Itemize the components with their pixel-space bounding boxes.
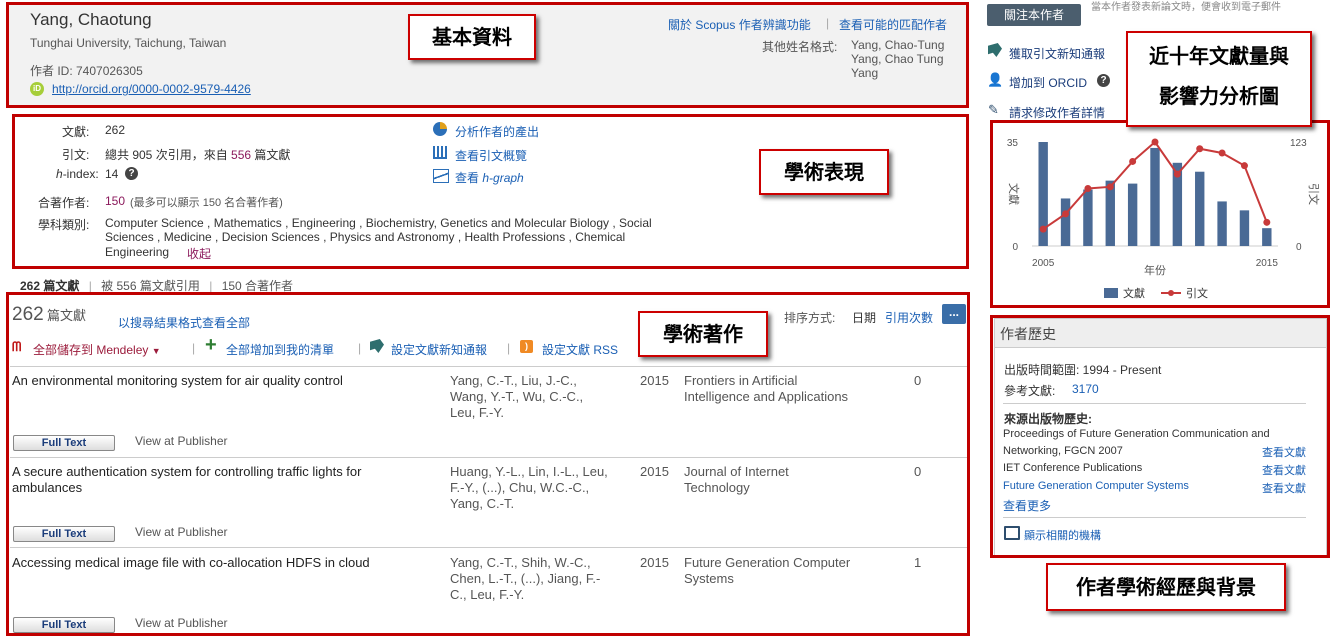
tab-cited-by[interactable]: 被 556 篇文獻引用 [101,279,200,293]
annotation-box-works [6,292,970,636]
help-icon[interactable]: ? [1097,74,1110,87]
tab-documents[interactable]: 262 篇文獻 [20,279,79,293]
callout-chart-line: 影響力分析圖 [1159,84,1279,108]
alert-icon [988,43,1002,57]
callout-chart: 近十年文獻量與 影響力分析圖 [1126,31,1312,127]
callout-history: 作者學術經歷與背景 [1046,563,1286,611]
edit-icon: ✎ [988,102,999,117]
add-to-orcid-link[interactable]: 增加到 ORCID [1009,74,1087,91]
add-user-icon: 👤 [987,72,1004,87]
follow-note: 當本作者發表新論文時，便會收到電子郵件 [1091,2,1281,13]
request-edit-link[interactable]: 請求修改作者詳情 [1009,104,1105,121]
callout-chart-line: 近十年文獻量與 [1149,44,1289,68]
annotation-box-history [990,315,1330,558]
callout-basic-info: 基本資料 [408,14,536,60]
tab-coauthors[interactable]: 150 合著作者 [222,279,293,293]
callout-works: 學術著作 [638,311,768,357]
callout-performance: 學術表現 [759,149,889,195]
annotation-box-chart [990,120,1330,308]
citation-alert-link[interactable]: 獲取引文新知通報 [1009,45,1105,62]
follow-author-button[interactable]: 關注本作者 [987,4,1081,26]
